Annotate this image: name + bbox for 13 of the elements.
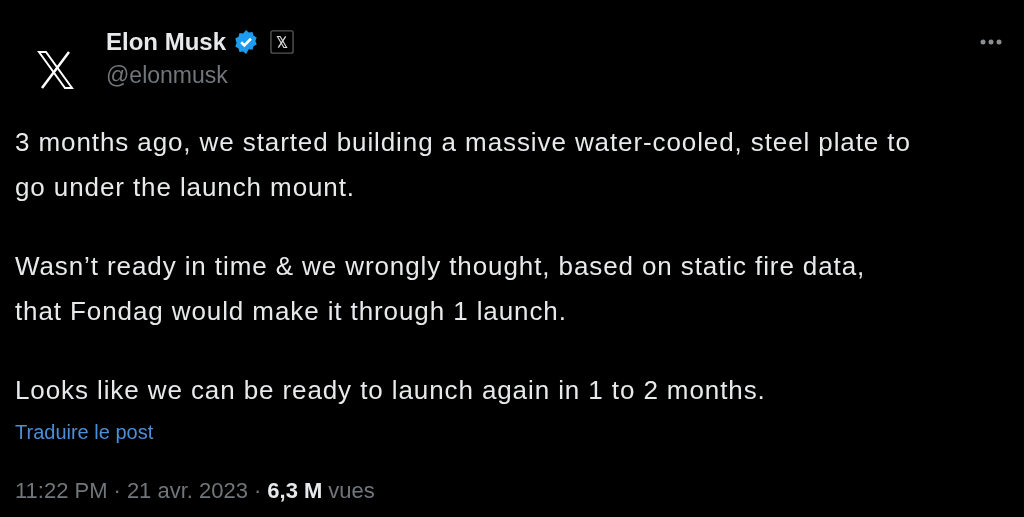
translate-link[interactable]: Traduire le post bbox=[15, 421, 154, 444]
separator-dot: · bbox=[254, 478, 262, 504]
view-count: 6,3 M bbox=[267, 478, 323, 504]
user-handle[interactable]: @elonmusk bbox=[106, 62, 980, 89]
post-date[interactable]: 21 avr. 2023 bbox=[126, 478, 248, 504]
more-options-icon[interactable] bbox=[980, 39, 1002, 45]
tweet-paragraph: 3 months ago, we started building a massive water-cooled, steel plate to go under the launch mount. bbox=[15, 126, 911, 204]
tweet-paragraph: Looks like we can be ready to launch again in 1 to 2 months. bbox=[15, 374, 766, 407]
post-time[interactable]: 11:22 PM bbox=[15, 478, 108, 504]
tweet-paragraph: Wasn’t ready in time & we wrongly thought, based on static fire data, that Fondag would make it through 1 launch. bbox=[15, 250, 866, 328]
user-name[interactable]: Elon Musk bbox=[106, 28, 226, 56]
views-label: vues bbox=[328, 478, 375, 504]
separator-dot: · bbox=[113, 478, 121, 504]
